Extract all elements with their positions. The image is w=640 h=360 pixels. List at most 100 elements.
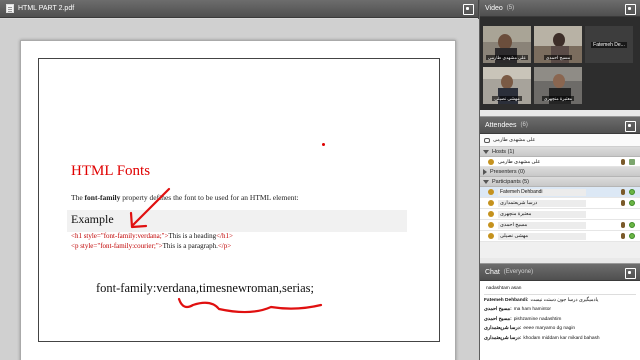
status-green-icon <box>629 189 635 195</box>
video-tile[interactable]: مسیح احمدی <box>534 26 582 63</box>
chat-pod: Chat (Everyone) nadashtam asan Fatemeh D… <box>480 263 640 360</box>
video-tile-name: مهشی نصیلی <box>492 96 522 101</box>
chat-message: nadashtam asan <box>484 284 636 294</box>
participant-name-box: مهشی نصیلی <box>498 232 586 240</box>
participant-name: مسیح احمدی <box>500 222 528 228</box>
video-count: (5) <box>506 5 515 11</box>
share-content-area: HTML Fonts The font-family property defi… <box>0 19 479 360</box>
attendees-pod-title: Attendees <box>485 121 517 129</box>
status-green-icon <box>629 200 635 206</box>
chat-text: pishzamine nadashtim <box>513 316 562 322</box>
red-arrow-annotation <box>129 187 171 229</box>
video-tile[interactable]: مهشی نصیلی <box>483 67 531 104</box>
participants-label: Participants (5) <box>492 178 529 185</box>
chat-message: Fatemeh Dehbandi: یادمیگیری درسا جون دستت… <box>484 296 636 306</box>
fullscreen-icon[interactable] <box>625 4 636 15</box>
participant-person-icon <box>488 200 494 206</box>
presenters-label: Presenters (0) <box>490 168 525 175</box>
participant-name: معتبرة منچهری <box>500 211 532 217</box>
chat-message: درسا شریعتمداری: khodam middam kar mikard… <box>484 334 636 344</box>
participant-row[interactable]: مهشی نصیلی <box>480 231 640 242</box>
status-green-icon <box>629 222 635 228</box>
video-tile[interactable]: Fatemeh De... <box>585 26 633 63</box>
speaker-icon <box>484 137 490 143</box>
host-row[interactable]: علی مشهدی طارمی <box>480 157 640 167</box>
mic-icon <box>621 233 625 239</box>
presenters-section-header[interactable]: Presenters (0) <box>480 167 640 177</box>
mic-icon <box>621 159 625 165</box>
chat-text: nadashtam asan <box>486 286 522 292</box>
chat-author: مسیح احمدی: <box>484 307 512 313</box>
status-green-icon <box>629 233 635 239</box>
chat-message: درسا شریعتمداری: eeee maryamo dg nagin <box>484 324 636 334</box>
participant-row[interactable]: Fatemeh Dehbandi <box>480 187 640 198</box>
chat-author: درسا شریعتمداری: <box>484 326 522 332</box>
participant-name-box: مسیح احمدی <box>498 221 586 229</box>
video-tile-name: معتبرة منچهری <box>541 96 575 101</box>
chat-scope[interactable]: (Everyone) <box>504 269 533 275</box>
video-pod-header: Video (5) <box>480 0 640 17</box>
annotation-layer <box>129 187 323 314</box>
share-pod: HTML PART 2.pdf HTML Fonts The font-fami… <box>0 0 479 360</box>
share-pod-header: HTML PART 2.pdf <box>0 0 478 18</box>
attendees-count: (6) <box>520 122 528 128</box>
fullscreen-icon[interactable] <box>625 121 636 132</box>
chat-message: مسیح احمدی: pishzamine nadashtim <box>484 315 636 325</box>
collapsed-triangle-icon <box>483 168 487 175</box>
participant-person-icon <box>488 222 494 228</box>
chat-author: مسیح احمدی: <box>484 316 512 322</box>
chat-message: مسیح احمدی: ma ham hamintor <box>484 305 636 315</box>
participants-section-header[interactable]: Participants (5) <box>480 177 640 187</box>
mic-icon <box>621 222 625 228</box>
right-column: Video (5) علی مشهدی طارمی مسیح احمدی Fat… <box>480 0 640 360</box>
hosts-label: Hosts (1) <box>492 148 515 155</box>
video-tile-name: مسیح احمدی <box>543 55 573 60</box>
mic-icon <box>621 200 625 206</box>
expand-triangle-icon <box>483 149 489 154</box>
active-speaker-name: علی مشهدی طارمی <box>493 137 536 143</box>
participant-row[interactable]: درسا شریعتمداری <box>480 198 640 209</box>
fullscreen-icon[interactable] <box>625 268 636 279</box>
chat-author: درسا شریعتمداری: <box>484 335 522 341</box>
host-name: علی مشهدی طارمی <box>498 158 541 165</box>
host-person-icon <box>488 158 494 165</box>
pdf-slide: HTML Fonts The font-family property defi… <box>20 40 456 360</box>
chat-author: Fatemeh Dehbandi: <box>484 297 529 303</box>
video-tile[interactable]: علی مشهدی طارمی <box>483 26 531 63</box>
host-role-icon <box>629 159 635 165</box>
video-tile-name: علی مشهدی طارمی <box>485 55 529 60</box>
participant-person-icon <box>488 211 494 217</box>
meeting-room: HTML PART 2.pdf HTML Fonts The font-fami… <box>0 0 640 360</box>
participant-name-box: معتبرة منچهری <box>498 210 586 218</box>
video-grid: علی مشهدی طارمی مسیح احمدی Fatemeh De... <box>480 17 640 110</box>
participant-name: درسا شریعتمداری <box>500 200 538 206</box>
participant-row[interactable]: معتبرة منچهری <box>480 209 640 220</box>
chat-text: eeee maryamo dg nagin <box>523 326 576 332</box>
video-tile[interactable]: معتبرة منچهری <box>534 67 582 104</box>
chat-text: یادمیگیری درسا جون دستت نیست <box>530 297 599 303</box>
chat-pod-title: Chat <box>485 268 500 276</box>
chat-pod-header: Chat (Everyone) <box>480 264 640 281</box>
attendees-pod-header: Attendees (6) <box>480 117 640 134</box>
video-tile-name: Fatemeh De... <box>591 42 627 48</box>
participant-name-box: درسا شریعتمداری <box>498 199 586 207</box>
fullscreen-icon[interactable] <box>463 4 474 15</box>
share-pod-title: HTML PART 2.pdf <box>18 5 75 12</box>
document-icon <box>6 4 14 13</box>
video-pod: Video (5) علی مشهدی طارمی مسیح احمدی Fat… <box>480 0 640 110</box>
video-pod-title: Video <box>485 4 503 12</box>
participant-name: مهشی نصیلی <box>500 233 529 239</box>
participant-name-box: Fatemeh Dehbandi <box>498 188 586 196</box>
active-speaker-bar: علی مشهدی طارمی <box>480 134 640 147</box>
chat-messages[interactable]: nadashtam asan Fatemeh Dehbandi: یادمیگیر… <box>480 281 640 346</box>
chat-divider <box>484 293 636 295</box>
expand-triangle-icon <box>483 179 489 184</box>
chat-text: ma ham hamintor <box>513 307 552 313</box>
participant-person-icon <box>488 233 494 239</box>
mic-icon <box>621 189 625 195</box>
hosts-section-header[interactable]: Hosts (1) <box>480 147 640 157</box>
red-underline-annotation <box>177 297 323 314</box>
participant-person-icon <box>488 189 494 195</box>
chat-text: khodam middam kar mikard bahash <box>523 335 600 341</box>
participant-row[interactable]: مسیح احمدی <box>480 220 640 231</box>
